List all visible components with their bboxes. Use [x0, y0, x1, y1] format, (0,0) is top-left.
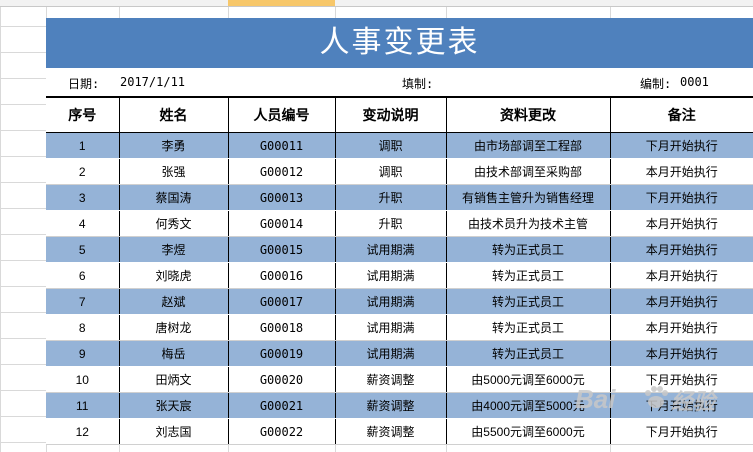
cell-name[interactable]: 张天宸 — [118, 392, 228, 419]
cell-name[interactable]: 唐树龙 — [118, 314, 228, 341]
cell-id[interactable]: G00017 — [227, 288, 335, 315]
table-header-row: 序号 姓名 人员编号 变动说明 资料更改 备注 — [46, 96, 753, 133]
cell-name[interactable]: 张强 — [118, 158, 228, 185]
cell-note[interactable]: 本月开始执行 — [609, 210, 753, 237]
header-change[interactable]: 变动说明 — [334, 96, 446, 133]
cell-id[interactable]: G00019 — [227, 340, 335, 367]
cell-change[interactable]: 试用期满 — [334, 340, 446, 367]
cell-no[interactable]: 2 — [46, 158, 119, 185]
code-label[interactable]: 编制: — [640, 75, 671, 92]
cell-no[interactable]: 12 — [46, 418, 119, 445]
cell-name[interactable]: 何秀文 — [118, 210, 228, 237]
cell-note[interactable]: 本月开始执行 — [609, 340, 753, 367]
cell-no[interactable]: 11 — [46, 392, 119, 419]
table-row: 1 李勇 G00011 调职 由市场部调至工程部 下月开始执行 — [46, 132, 753, 159]
cell-id[interactable]: G00018 — [227, 314, 335, 341]
cell-detail[interactable]: 由市场部调至工程部 — [445, 132, 610, 159]
cell-no[interactable]: 7 — [46, 288, 119, 315]
cell-no[interactable]: 1 — [46, 132, 119, 159]
watermark-text-right: 经验 — [671, 389, 716, 414]
cell-change[interactable]: 试用期满 — [334, 262, 446, 289]
cell-detail[interactable]: 由技术员升为技术主管 — [445, 210, 610, 237]
cell-note[interactable]: 本月开始执行 — [609, 314, 753, 341]
table-row: 8 唐树龙 G00018 试用期满 转为正式员工 本月开始执行 — [46, 314, 753, 341]
cell-detail[interactable]: 转为正式员工 — [445, 340, 610, 367]
cell-name[interactable]: 赵斌 — [118, 288, 228, 315]
date-label[interactable]: 日期: — [68, 75, 99, 92]
table-row: 2 张强 G00012 调职 由技术部调至采购部 本月开始执行 — [46, 158, 753, 185]
header-name[interactable]: 姓名 — [118, 96, 228, 133]
header-no[interactable]: 序号 — [46, 96, 119, 133]
cell-note[interactable]: 本月开始执行 — [609, 262, 753, 289]
cell-note[interactable]: 本月开始执行 — [609, 158, 753, 185]
cell-detail[interactable]: 转为正式员工 — [445, 288, 610, 315]
cell-name[interactable]: 梅岳 — [118, 340, 228, 367]
cell-change[interactable]: 升职 — [334, 184, 446, 211]
cell-detail[interactable]: 有销售主管升为销售经理 — [445, 184, 610, 211]
baidu-jingyan-watermark: Bai 经验 — [575, 378, 745, 422]
cell-change[interactable]: 试用期满 — [334, 288, 446, 315]
cell-detail[interactable]: 转为正式员工 — [445, 314, 610, 341]
table-row: 7 赵斌 G00017 试用期满 转为正式员工 本月开始执行 — [46, 288, 753, 315]
header-detail[interactable]: 资料更改 — [445, 96, 610, 133]
filler-label[interactable]: 填制: — [402, 75, 433, 92]
cell-no[interactable]: 3 — [46, 184, 119, 211]
cell-no[interactable]: 6 — [46, 262, 119, 289]
table-row: 4 何秀文 G00014 升职 由技术员升为技术主管 本月开始执行 — [46, 210, 753, 237]
cell-change[interactable]: 调职 — [334, 158, 446, 185]
report-title[interactable]: 人事变更表 — [46, 18, 753, 68]
cell-name[interactable]: 李煜 — [118, 236, 228, 263]
cell-detail[interactable]: 由5500元调至6000元 — [445, 418, 610, 445]
cell-id[interactable]: G00016 — [227, 262, 335, 289]
cell-id[interactable]: G00014 — [227, 210, 335, 237]
cell-no[interactable]: 5 — [46, 236, 119, 263]
selected-column-header[interactable] — [228, 0, 335, 6]
date-value[interactable]: 2017/1/11 — [120, 75, 185, 89]
cell-id[interactable]: G00015 — [227, 236, 335, 263]
cell-name[interactable]: 刘晓虎 — [118, 262, 228, 289]
watermark-text-left: Bai — [575, 384, 616, 414]
cell-id[interactable]: G00012 — [227, 158, 335, 185]
cell-name[interactable]: 田炳文 — [118, 366, 228, 393]
cell-id[interactable]: G00021 — [227, 392, 335, 419]
cell-no[interactable]: 4 — [46, 210, 119, 237]
table-row: 5 李煜 G00015 试用期满 转为正式员工 本月开始执行 — [46, 236, 753, 263]
header-note[interactable]: 备注 — [609, 96, 753, 133]
cell-no[interactable]: 9 — [46, 340, 119, 367]
table-row: 3 蔡国涛 G00013 升职 有销售主管升为销售经理 下月开始执行 — [46, 184, 753, 211]
cell-id[interactable]: G00013 — [227, 184, 335, 211]
info-row: 日期: 2017/1/11 填制: 编制: 0001 — [46, 68, 753, 96]
cell-change[interactable]: 薪资调整 — [334, 418, 446, 445]
cell-id[interactable]: G00011 — [227, 132, 335, 159]
cell-note[interactable]: 本月开始执行 — [609, 236, 753, 263]
cell-detail[interactable]: 由技术部调至采购部 — [445, 158, 610, 185]
cell-no[interactable]: 10 — [46, 366, 119, 393]
cell-note[interactable]: 本月开始执行 — [609, 288, 753, 315]
cell-change[interactable]: 试用期满 — [334, 314, 446, 341]
cell-change[interactable]: 升职 — [334, 210, 446, 237]
cell-change[interactable]: 薪资调整 — [334, 366, 446, 393]
cell-detail[interactable]: 转为正式员工 — [445, 236, 610, 263]
cell-note[interactable]: 下月开始执行 — [609, 418, 753, 445]
cell-id[interactable]: G00020 — [227, 366, 335, 393]
table-row: 9 梅岳 G00019 试用期满 转为正式员工 本月开始执行 — [46, 340, 753, 367]
header-id[interactable]: 人员编号 — [227, 96, 335, 133]
cell-note[interactable]: 下月开始执行 — [609, 132, 753, 159]
cell-change[interactable]: 调职 — [334, 132, 446, 159]
code-value[interactable]: 0001 — [680, 75, 709, 89]
table-row: 6 刘晓虎 G00016 试用期满 转为正式员工 本月开始执行 — [46, 262, 753, 289]
table-row: 12 刘志国 G00022 薪资调整 由5500元调至6000元 下月开始执行 — [46, 418, 753, 445]
cell-note[interactable]: 下月开始执行 — [609, 184, 753, 211]
cell-change[interactable]: 试用期满 — [334, 236, 446, 263]
cell-change[interactable]: 薪资调整 — [334, 392, 446, 419]
column-header-strip[interactable] — [0, 0, 753, 7]
cell-name[interactable]: 刘志国 — [118, 418, 228, 445]
cell-name[interactable]: 蔡国涛 — [118, 184, 228, 211]
paw-icon — [645, 386, 668, 408]
cell-detail[interactable]: 转为正式员工 — [445, 262, 610, 289]
cell-id[interactable]: G00022 — [227, 418, 335, 445]
cell-no[interactable]: 8 — [46, 314, 119, 341]
cell-name[interactable]: 李勇 — [118, 132, 228, 159]
